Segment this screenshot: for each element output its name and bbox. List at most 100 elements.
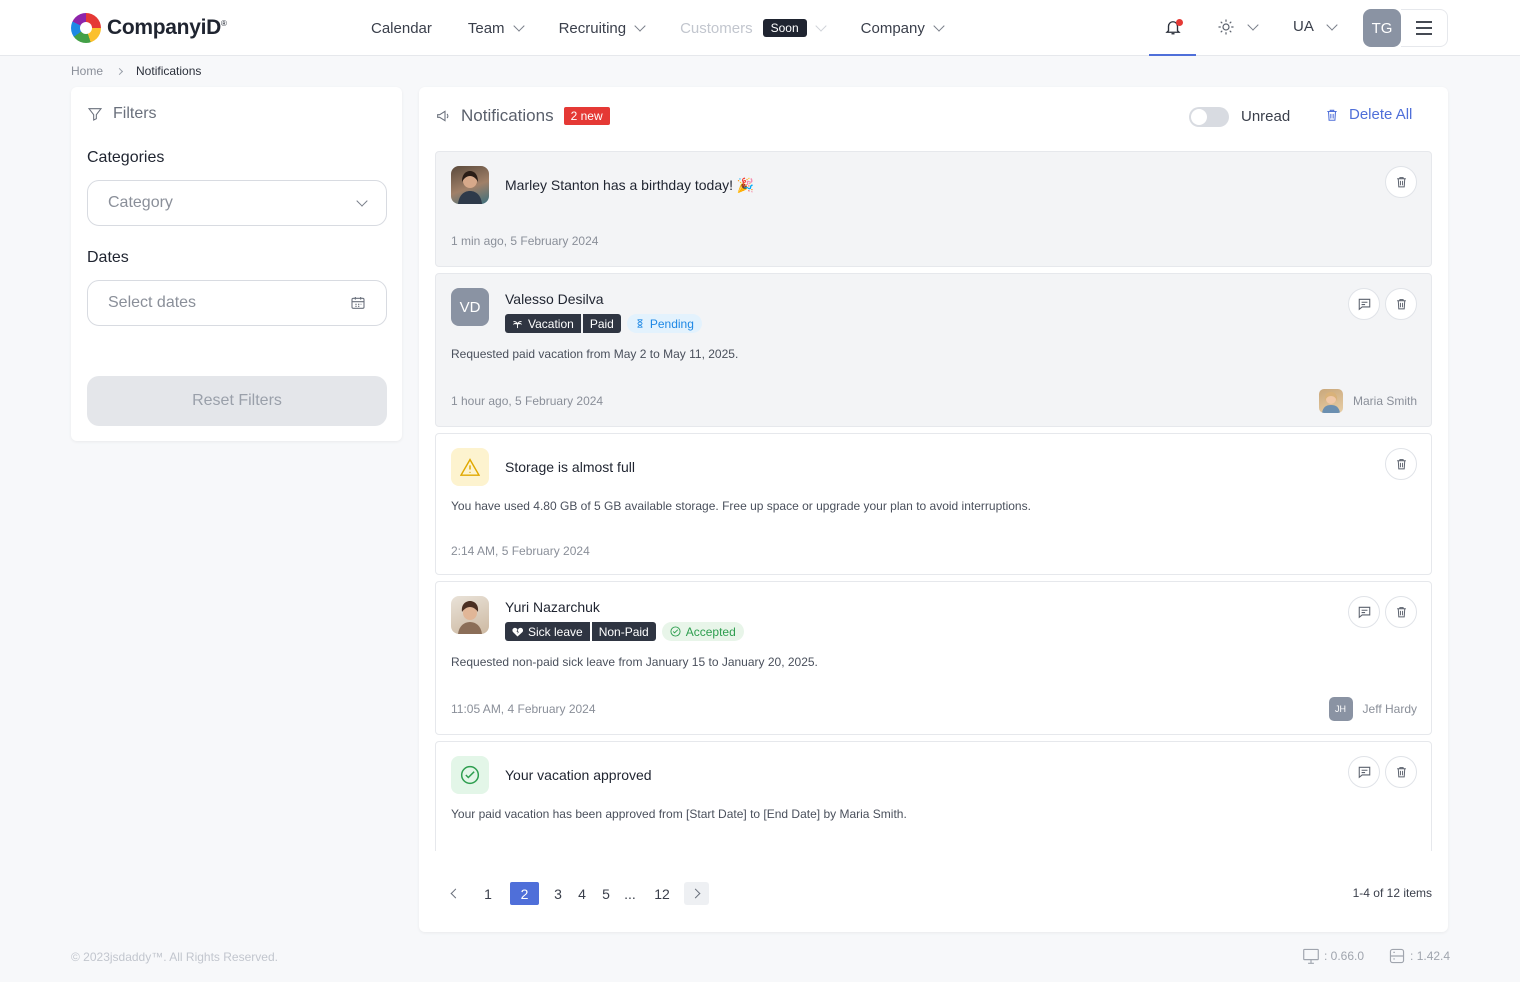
main-nav: Calendar Team Recruiting Customers Soon C… — [371, 0, 979, 56]
dates-label: Dates — [87, 249, 129, 266]
avatar — [451, 596, 489, 634]
next-page-button[interactable] — [684, 882, 709, 905]
prev-page-button[interactable] — [441, 882, 466, 905]
status-badge: Accepted — [661, 622, 744, 641]
chevron-down-icon — [1326, 18, 1338, 31]
delete-notification-button[interactable] — [1385, 166, 1417, 198]
request-tags: Sick leave Non-Paid Accepted — [505, 622, 744, 641]
reset-filters-button[interactable]: Reset Filters — [87, 376, 387, 426]
broken-heart-icon — [512, 627, 523, 637]
notifications-list: Marley Stanton has a birthday today! 🎉 1… — [435, 151, 1432, 851]
language-switcher[interactable]: UA — [1293, 18, 1338, 35]
theme-switcher[interactable] — [1217, 18, 1259, 36]
unread-dot — [1176, 19, 1183, 26]
tag-type: Vacation — [505, 314, 581, 333]
hamburger-menu-button[interactable] — [1401, 9, 1448, 47]
delete-notification-button[interactable] — [1385, 288, 1417, 320]
sun-icon — [1218, 19, 1234, 35]
top-navbar: CompanyiD® Calendar Team Recruiting Cust… — [0, 0, 1520, 56]
brand-name: CompanyiD — [107, 16, 221, 39]
comment-button[interactable] — [1348, 288, 1380, 320]
pagination-range: 1-4 of 12 items — [1352, 886, 1432, 900]
comment-button[interactable] — [1348, 756, 1380, 788]
filters-panel: Filters Categories Category Dates Select… — [71, 87, 402, 441]
page-button[interactable]: 4 — [570, 882, 594, 905]
notification-description: Your paid vacation has been approved fro… — [451, 807, 907, 821]
request-tags: Vacation Paid Pending — [505, 314, 702, 333]
comment-button[interactable] — [1348, 596, 1380, 628]
chevron-left-icon — [450, 888, 460, 899]
dates-input[interactable]: Select dates — [87, 280, 387, 326]
hourglass-icon — [637, 319, 643, 328]
page-button[interactable]: 1 — [476, 882, 500, 905]
page-button[interactable]: 3 — [546, 882, 570, 905]
copyright: © 2023jsdaddy™. All Rights Reserved. — [71, 950, 278, 964]
chevron-down-icon — [356, 195, 368, 207]
breadcrumb-current: Notifications — [136, 64, 202, 78]
notifications-title: Notifications — [461, 106, 554, 125]
delete-notification-button[interactable] — [1385, 448, 1417, 480]
trash-icon — [1396, 607, 1406, 618]
chevron-down-icon — [512, 20, 525, 32]
trash-icon — [1396, 767, 1406, 778]
trash-icon — [1396, 177, 1406, 188]
comment-icon — [1358, 766, 1370, 779]
notification-description: You have used 4.80 GB of 5 GB available … — [451, 499, 1031, 513]
notification-time: 2:14 AM, 5 February 2024 — [451, 544, 590, 558]
unread-label: Unread — [1241, 108, 1291, 125]
unread-toggle[interactable] — [1189, 107, 1229, 127]
calendar-icon — [351, 297, 365, 309]
notification-item[interactable]: Storage is almost full You have used 4.8… — [435, 433, 1432, 575]
check-circle-icon — [670, 626, 681, 637]
page-button[interactable]: 5 — [594, 882, 618, 905]
notifications-header: Notifications 2 new — [435, 106, 610, 126]
version-info: : 0.66.0 : 1.42.4 — [1302, 948, 1450, 964]
warning-avatar — [451, 448, 489, 486]
notification-item[interactable]: Marley Stanton has a birthday today! 🎉 1… — [435, 151, 1432, 267]
avatar: VD — [451, 288, 489, 326]
notification-title: Storage is almost full — [505, 459, 635, 475]
approver-avatar — [1318, 389, 1343, 413]
success-avatar — [451, 756, 489, 794]
trash-icon — [1396, 299, 1406, 310]
logo-icon — [71, 13, 101, 43]
status-badge: Pending — [626, 314, 702, 333]
nav-item-company[interactable]: Company — [861, 20, 945, 37]
company-logo[interactable]: CompanyiD® — [71, 13, 227, 43]
notification-description: Requested paid vacation from May 2 to Ma… — [451, 347, 739, 361]
delete-notification-button[interactable] — [1385, 596, 1417, 628]
delete-notification-button[interactable] — [1385, 756, 1417, 788]
notification-description: Requested non-paid sick leave from Janua… — [451, 655, 818, 669]
monitor-icon — [1303, 948, 1319, 964]
soon-badge: Soon — [762, 19, 807, 37]
notification-title: Your vacation approved — [505, 767, 652, 783]
client-version: : 0.66.0 — [1324, 949, 1365, 963]
chevron-right-icon — [115, 67, 124, 75]
approver-avatar: JH — [1328, 697, 1353, 721]
chevron-down-icon — [933, 20, 945, 32]
notification-item[interactable]: Your vacation approved Your paid vacatio… — [435, 741, 1432, 851]
new-count-badge: 2 new — [563, 107, 610, 125]
nav-item-recruiting[interactable]: Recruiting — [559, 20, 646, 37]
nav-item-team[interactable]: Team — [468, 20, 525, 37]
delete-all-button[interactable]: Delete All — [1325, 106, 1412, 123]
chevron-right-icon — [690, 888, 700, 899]
trash-icon — [1327, 109, 1337, 121]
brand-mark: ® — [220, 19, 227, 28]
page-button[interactable]: 12 — [650, 882, 674, 905]
pagination: 1 2 3 4 5 ... 12 — [441, 882, 709, 905]
notification-item[interactable]: VD Valesso Desilva Vacation Paid Pending… — [435, 273, 1432, 427]
user-avatar[interactable]: TG — [1363, 9, 1401, 47]
notification-item[interactable]: Yuri Nazarchuk Sick leave Non-Paid Accep… — [435, 581, 1432, 735]
breadcrumb-home[interactable]: Home — [71, 64, 103, 78]
page-ellipsis: ... — [624, 885, 636, 902]
server-icon — [1389, 948, 1405, 964]
warning-icon — [460, 458, 480, 476]
nav-item-calendar[interactable]: Calendar — [371, 20, 432, 37]
notifications-bell-button[interactable] — [1149, 0, 1196, 56]
notification-title: Marley Stanton has a birthday today! 🎉 — [505, 177, 755, 193]
chevron-down-icon — [634, 20, 646, 32]
category-select[interactable]: Category — [87, 180, 387, 226]
breadcrumb: Home Notifications — [71, 64, 201, 78]
page-button-current[interactable]: 2 — [510, 882, 539, 905]
